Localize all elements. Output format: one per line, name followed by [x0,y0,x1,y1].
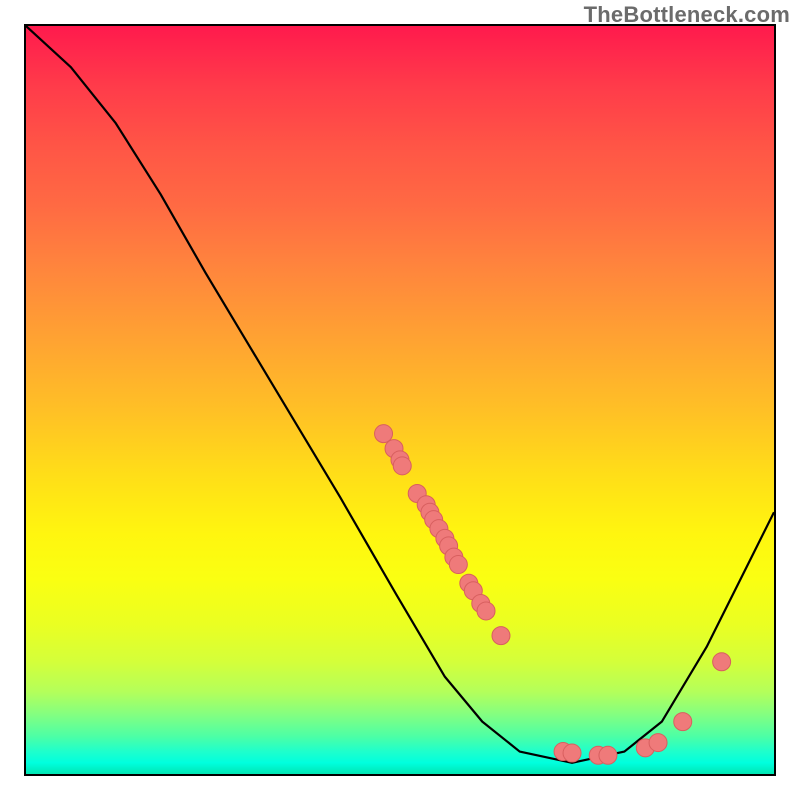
data-point [599,746,617,764]
data-point [477,602,495,620]
watermark-text: TheBottleneck.com [584,2,790,28]
data-point [449,556,467,574]
data-point [649,734,667,752]
data-point [393,457,411,475]
data-point [674,713,692,731]
plot-svg [26,26,774,774]
data-point [713,653,731,671]
bottleneck-curve [26,26,774,763]
data-points-group [375,425,731,765]
chart-frame: TheBottleneck.com [0,0,800,800]
data-point [492,627,510,645]
data-point [563,744,581,762]
data-point [375,425,393,443]
